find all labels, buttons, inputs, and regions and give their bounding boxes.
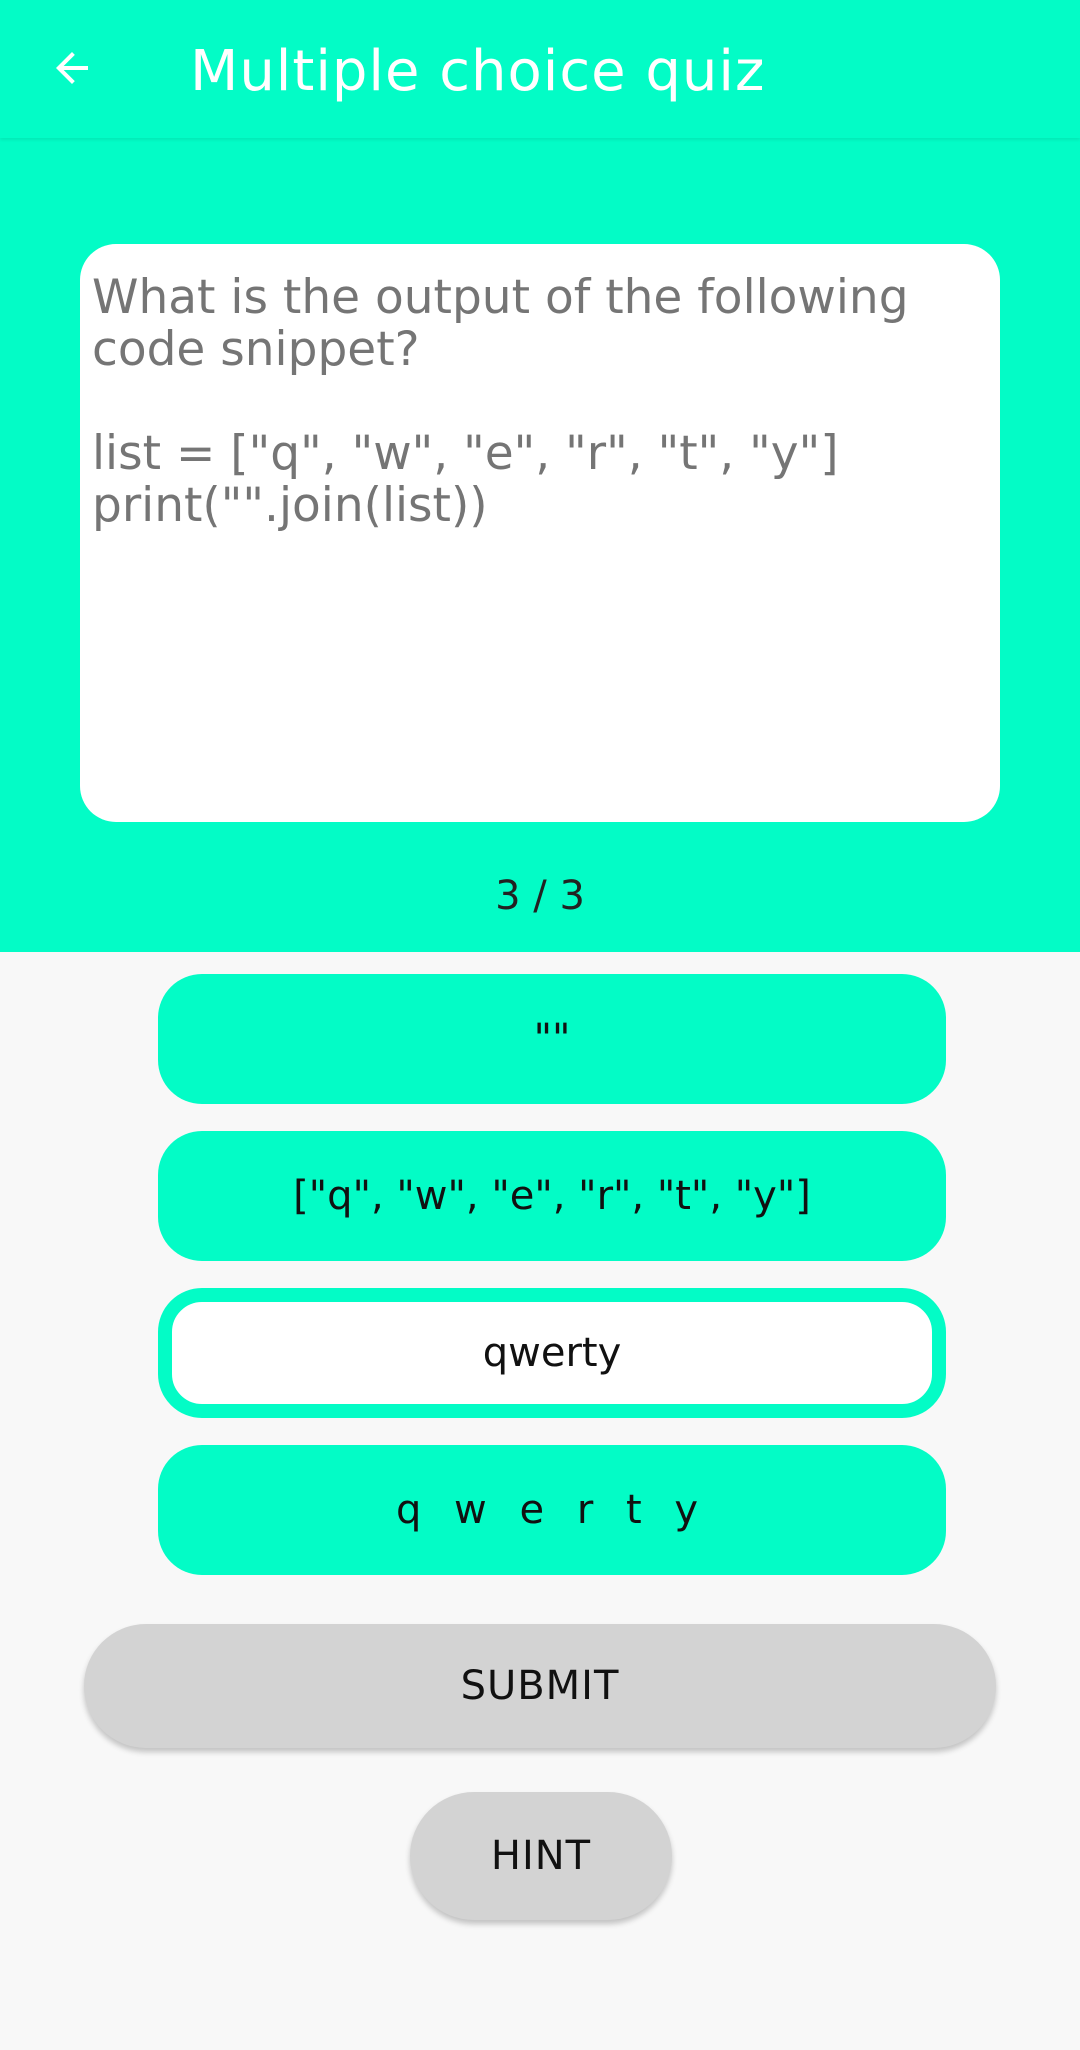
answer-option-label: ["q", "w", "e", "r", "t", "y"]	[293, 1173, 811, 1219]
page-title: Multiple choice quiz	[190, 39, 766, 104]
quiz-screen: Multiple choice quiz What is the output …	[0, 0, 1080, 2050]
answer-option-label: q w e r t y	[395, 1487, 709, 1533]
question-card: What is the output of the following code…	[80, 244, 1000, 822]
question-area: What is the output of the following code…	[0, 138, 1080, 952]
progress-counter: 3 / 3	[495, 873, 585, 919]
answer-option-4[interactable]: q w e r t y	[158, 1445, 946, 1575]
answer-option-label: ""	[533, 1016, 571, 1062]
answer-option-3-selected[interactable]: qwerty	[158, 1288, 946, 1418]
question-text: What is the output of the following code…	[92, 270, 909, 533]
submit-button-label: SUBMIT	[460, 1663, 620, 1709]
hint-button[interactable]: HINT	[410, 1792, 672, 1920]
answer-option-2[interactable]: ["q", "w", "e", "r", "t", "y"]	[158, 1131, 946, 1261]
app-bar: Multiple choice quiz	[0, 0, 1080, 138]
answer-option-1[interactable]: ""	[158, 974, 946, 1104]
answer-option-label: qwerty	[482, 1330, 622, 1376]
hint-button-label: HINT	[490, 1833, 592, 1879]
back-button[interactable]	[34, 30, 110, 106]
submit-button[interactable]: SUBMIT	[84, 1624, 996, 1748]
arrow-left-icon	[56, 52, 88, 84]
